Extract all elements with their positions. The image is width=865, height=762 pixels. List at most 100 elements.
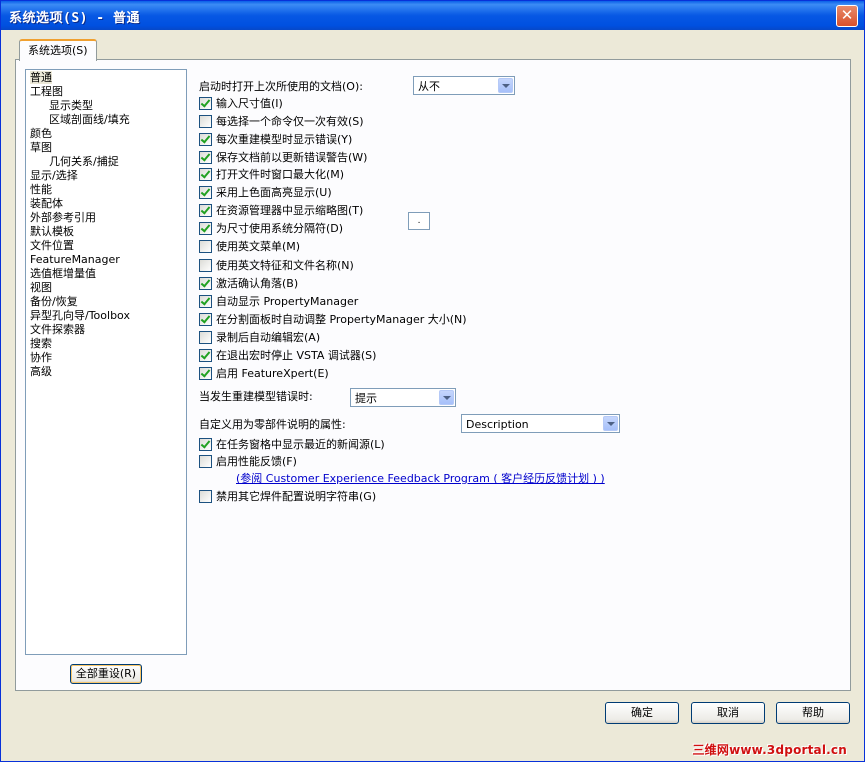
rebuild-error-label: 当发生重建模型错误时: (199, 390, 313, 403)
tree-item-label: 装配体 (30, 197, 63, 210)
option-checkbox[interactable]: 录制后自动编辑宏(A) (199, 330, 320, 346)
option-checkbox[interactable]: 禁用其它焊件配置说明字符串(G) (199, 489, 376, 505)
option-checkbox[interactable]: 激活确认角落(B) (199, 276, 298, 292)
tree-item[interactable]: 草图 (26, 141, 186, 155)
option-checkbox[interactable]: 在任务窗格中显示最近的新闻源(L) (199, 437, 385, 453)
feedback-program-link[interactable]: (参阅 Customer Experience Feedback Program… (236, 470, 605, 486)
tree-item[interactable]: FeatureManager (26, 253, 186, 267)
tree-item[interactable]: 颜色 (26, 127, 186, 141)
option-label: 录制后自动编辑宏(A) (216, 331, 321, 344)
tree-item[interactable]: 显示类型 (26, 99, 186, 113)
option-checkbox[interactable]: 在退出宏时停止 VSTA 调试器(S) (199, 348, 376, 364)
tree-item[interactable]: 文件位置 (26, 239, 186, 253)
option-checkbox[interactable]: 每次重建模型时显示错误(Y) (199, 132, 352, 148)
tab-system-options[interactable]: 系统选项(S) (19, 39, 97, 61)
checkbox-checked-icon[interactable] (199, 277, 212, 290)
checkbox-checked-icon[interactable] (199, 186, 212, 199)
tree-item[interactable]: 搜索 (26, 337, 186, 351)
options-tree[interactable]: 普通 工程图 显示类型 区域剖面线/填充 颜色 草图 几何关系/捕捉 显示/选择 性能 装配体 外部… (25, 69, 187, 655)
rebuild-error-value: 提示 (355, 392, 377, 405)
separator-field[interactable]: . (408, 212, 430, 230)
rebuild-error-select[interactable]: 提示 (350, 388, 456, 407)
close-button[interactable]: ✕ (836, 5, 858, 27)
tree-item[interactable]: 选值框增量值 (26, 267, 186, 281)
option-checkbox[interactable]: 输入尺寸值(I) (199, 96, 283, 112)
reset-all-button[interactable]: 全部重设(R) (70, 664, 142, 684)
option-checkbox[interactable]: 自动显示 PropertyManager (199, 294, 358, 310)
open-docs-label: 启动时打开上次所使用的文档(O): (199, 80, 363, 93)
tree-item[interactable]: 普通 (26, 71, 186, 85)
chevron-down-icon[interactable] (498, 78, 513, 93)
tree-item-label: 外部参考引用 (30, 211, 96, 224)
option-checkbox[interactable]: 在分割面板时自动调整 PropertyManager 大小(N) (199, 312, 467, 328)
option-label: 保存文档前以更新错误警告(W) (216, 151, 368, 164)
checkbox-unchecked-icon[interactable] (199, 240, 212, 253)
tree-item[interactable]: 显示/选择 (26, 169, 186, 183)
option-label: 在退出宏时停止 VSTA 调试器(S) (216, 349, 377, 362)
tree-item[interactable]: 异型孔向导/Toolbox (26, 309, 186, 323)
tree-item[interactable]: 装配体 (26, 197, 186, 211)
checkbox-checked-icon[interactable] (199, 313, 212, 326)
custom-prop-label: 自定义用为零部件说明的属性: (199, 418, 346, 431)
help-button[interactable]: 帮助 (776, 702, 850, 724)
checkbox-checked-icon[interactable] (199, 349, 212, 362)
ok-button[interactable]: 确定 (605, 702, 679, 724)
checkbox-checked-icon[interactable] (199, 204, 212, 217)
tree-item[interactable]: 默认模板 (26, 225, 186, 239)
option-checkbox[interactable]: 打开文件时窗口最大化(M) (199, 167, 344, 183)
tree-item[interactable]: 高级 (26, 365, 186, 379)
tree-item[interactable]: 性能 (26, 183, 186, 197)
checkbox-checked-icon[interactable] (199, 295, 212, 308)
checkbox-checked-icon[interactable] (199, 151, 212, 164)
custom-prop-select[interactable]: Description (461, 414, 620, 433)
checkbox-checked-icon[interactable] (199, 438, 212, 451)
option-label: 为尺寸使用系统分隔符(D) (216, 222, 344, 235)
checkbox-checked-icon[interactable] (199, 97, 212, 110)
checkbox-checked-icon[interactable] (199, 168, 212, 181)
tree-item-label: 区域剖面线/填充 (49, 113, 130, 126)
option-checkbox[interactable]: 每选择一个命令仅一次有效(S) (199, 114, 364, 130)
custom-prop-value: Description (466, 418, 529, 431)
option-label: 使用英文特征和文件名称(N) (216, 259, 354, 272)
checkbox-checked-icon[interactable] (199, 222, 212, 235)
tree-item-label: 备份/恢复 (30, 295, 78, 308)
checkbox-checked-icon[interactable] (199, 133, 212, 146)
chevron-down-icon[interactable] (603, 416, 618, 431)
option-label: 每次重建模型时显示错误(Y) (216, 133, 353, 146)
option-checkbox[interactable]: 保存文档前以更新错误警告(W) (199, 150, 367, 166)
option-checkbox[interactable]: 启用性能反馈(F) (199, 454, 297, 470)
tree-item[interactable]: 视图 (26, 281, 186, 295)
checkbox-checked-icon[interactable] (199, 367, 212, 380)
tree-item[interactable]: 工程图 (26, 85, 186, 99)
chevron-down-icon[interactable] (439, 390, 454, 405)
tree-item[interactable]: 外部参考引用 (26, 211, 186, 225)
tree-item-label: 文件探索器 (30, 323, 85, 336)
tree-item[interactable]: 文件探索器 (26, 323, 186, 337)
option-checkbox[interactable]: 使用英文特征和文件名称(N) (199, 258, 354, 274)
tree-item-label: 文件位置 (30, 239, 74, 252)
tree-item-label: FeatureManager (30, 253, 120, 266)
option-label: 启用 FeatureXpert(E) (216, 367, 329, 380)
option-checkbox[interactable]: 启用 FeatureXpert(E) (199, 366, 329, 382)
title-bar[interactable]: 系统选项(S) - 普通 ✕ (1, 1, 864, 30)
tree-item[interactable]: 几何关系/捕捉 (26, 155, 186, 169)
checkbox-unchecked-icon[interactable] (199, 331, 212, 344)
open-docs-select[interactable]: 从不 (413, 76, 515, 95)
tree-item-label: 协作 (30, 351, 52, 364)
option-checkbox[interactable]: 在资源管理器中显示缩略图(T) (199, 203, 363, 219)
system-options-dialog: 系统选项(S) - 普通 ✕ 系统选项(S) 普通 工程图 显示类型 区域剖面线/填充… (0, 0, 865, 762)
tree-item-label: 显示类型 (49, 99, 93, 112)
option-label: 采用上色面高亮显示(U) (216, 186, 332, 199)
checkbox-unchecked-icon[interactable] (199, 490, 212, 503)
tree-item[interactable]: 区域剖面线/填充 (26, 113, 186, 127)
option-checkbox[interactable]: 采用上色面高亮显示(U) (199, 185, 332, 201)
checkbox-unchecked-icon[interactable] (199, 455, 212, 468)
checkbox-unchecked-icon[interactable] (199, 259, 212, 272)
window-title: 系统选项(S) - 普通 (9, 11, 140, 26)
option-checkbox[interactable]: 为尺寸使用系统分隔符(D) (199, 221, 343, 237)
tree-item[interactable]: 协作 (26, 351, 186, 365)
checkbox-unchecked-icon[interactable] (199, 115, 212, 128)
option-checkbox[interactable]: 使用英文菜单(M) (199, 239, 300, 255)
cancel-button[interactable]: 取消 (691, 702, 765, 724)
tree-item[interactable]: 备份/恢复 (26, 295, 186, 309)
